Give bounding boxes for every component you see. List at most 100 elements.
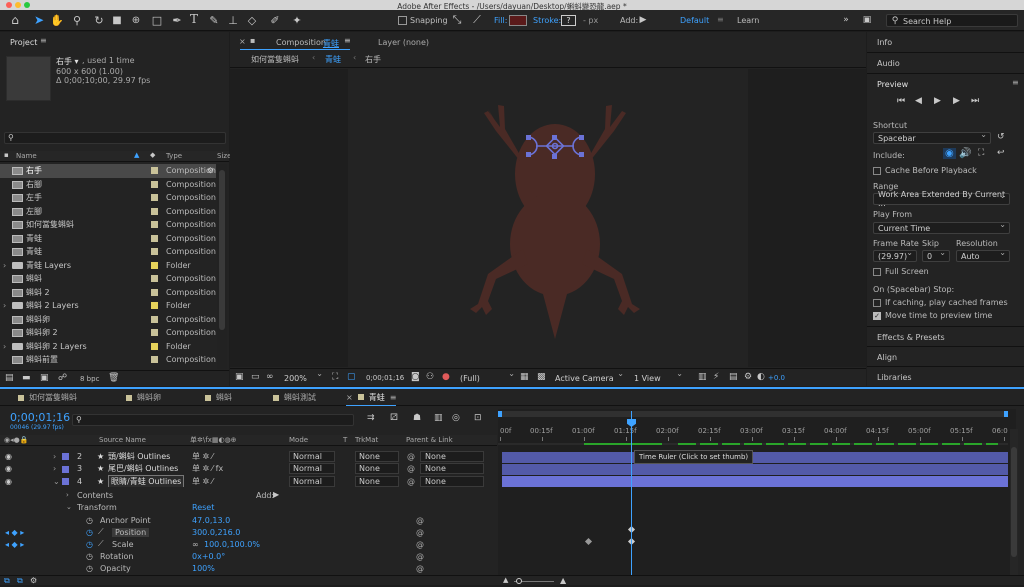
selection-tool-icon[interactable]: ➤ [32, 12, 46, 28]
stopwatch-icon[interactable]: ◷ [86, 540, 93, 549]
fullscreen-checkbox[interactable] [873, 267, 885, 276]
label-swatch[interactable] [151, 275, 158, 282]
sync-settings-icon[interactable]: ▣ [860, 14, 874, 26]
project-panel-title[interactable]: Project [10, 38, 37, 47]
snapping-checkbox[interactable] [398, 16, 407, 25]
expression-pickwhip-icon[interactable]: @ [416, 516, 424, 525]
item-name[interactable]: 右手 ▾ [56, 56, 79, 67]
project-item[interactable]: 左手 Composition [0, 191, 216, 205]
project-item[interactable]: 蝌蚪前置 Composition [0, 353, 216, 367]
transparency-grid-icon[interactable]: ▦ [520, 372, 529, 382]
timeline-search-input[interactable]: ⚲ [72, 414, 354, 426]
folder-twirl-icon[interactable]: › [3, 261, 6, 270]
stopwatch-icon[interactable]: ◷ [86, 528, 93, 537]
stroke-swatch[interactable]: ? [561, 15, 576, 26]
view-options-icon[interactable]: ▥ [698, 372, 707, 382]
parent-dropdown[interactable]: None [420, 450, 484, 462]
panel-menu-icon[interactable]: ≡ [40, 36, 47, 45]
move-time-checkbox[interactable]: ✓ [873, 311, 885, 320]
layer-bar-3[interactable] [502, 464, 1008, 475]
hand-tool-icon[interactable]: ✋ [50, 13, 64, 27]
camera-tool-icon[interactable]: ■ [110, 13, 124, 27]
playfrom-dropdown[interactable]: Current Time [873, 220, 1010, 234]
flowchart-icon[interactable]: ⚙ [207, 166, 214, 175]
play-icon[interactable]: ▶ [934, 96, 941, 106]
project-scrollbar[interactable] [217, 164, 227, 369]
stopwatch-icon[interactable]: ◷ [86, 552, 93, 561]
snap-options-icon[interactable]: ⤡ [450, 13, 464, 27]
col-trkmat[interactable]: TrkMat [355, 436, 378, 444]
motion-blur-icon[interactable]: ◎ [452, 413, 460, 423]
keyframe-nav-icon[interactable]: ◂ ◆ ▸ [5, 528, 24, 537]
more-workspaces-icon[interactable]: » [840, 14, 852, 26]
info-panel-header[interactable]: Info [867, 32, 1024, 53]
keyframe[interactable] [584, 537, 593, 546]
comp-viewer[interactable] [230, 69, 866, 367]
time-ruler[interactable]: 00f 00:15f 01:00f 01:15f 02:00f 02:15f 03:00f 0… [498, 417, 1016, 443]
layer-bar-2[interactable] [502, 452, 1008, 463]
layer-name[interactable]: 眼睛/青蛙 Outlines [108, 475, 185, 487]
graph-icon[interactable]: ⟋ [98, 539, 104, 549]
interpret-footage-icon[interactable]: ▤ [5, 373, 14, 383]
include-video-icon[interactable]: ◉ [943, 148, 956, 159]
project-item[interactable]: 蝌蚪 Composition [0, 272, 216, 286]
region-of-interest-icon[interactable]: ▢ [347, 372, 356, 382]
contents-label[interactable]: Contents [77, 491, 113, 500]
layer-switches[interactable]: 单 ✲ ⁄ [192, 476, 213, 487]
zoom-slider[interactable] [514, 578, 554, 584]
layer-name[interactable]: 尾巴/蝌蚪 Outlines [108, 463, 178, 474]
trkmat-dropdown[interactable]: None [355, 475, 399, 487]
layer-row[interactable]: ◉ › 3 ★ 尾巴/蝌蚪 Outlines 单 ✲ ⁄ fx Normal None @ Non… [0, 463, 497, 475]
layer-mode-dropdown[interactable]: Normal [289, 450, 335, 462]
views-dropdown[interactable]: 1 View [630, 369, 686, 384]
project-item[interactable]: › 青蛙 Layers Folder [0, 259, 216, 273]
brush-tool-icon[interactable]: ✎ [207, 13, 221, 27]
zoom-in-icon[interactable]: ▲ [560, 576, 566, 585]
label-swatch[interactable] [62, 465, 69, 473]
preview-menu-icon[interactable]: ≡ [1012, 78, 1019, 87]
align-header[interactable]: Align [867, 346, 1024, 366]
monitor-icon[interactable]: ▭ [251, 372, 260, 382]
timeline-tab[interactable]: 蝌蚪卵 [126, 389, 161, 406]
property-value[interactable]: 100.0,100.0% [204, 540, 260, 549]
parent-dropdown[interactable]: None [420, 463, 484, 474]
label-swatch[interactable] [151, 234, 158, 242]
trkmat-dropdown[interactable]: None [355, 450, 399, 462]
visibility-eye-icon[interactable]: ◉ [5, 464, 12, 473]
snap-options-2-icon[interactable]: ⟋ [470, 13, 484, 27]
transform-property-row[interactable]: ◷ Rotation 0x+0.0° @ [0, 550, 497, 562]
project-item[interactable]: 如何當隻蝌蚪 Composition [0, 218, 216, 232]
show-snapshot-icon[interactable]: ⚇ [426, 372, 434, 382]
transform-property-row[interactable]: ◷ Opacity 100% @ [0, 562, 497, 574]
layer-switches[interactable]: 单 ✲ ⁄ fx [192, 463, 223, 474]
comp-panel-menu-icon[interactable]: ≡ [344, 36, 351, 45]
zoom-tool-icon[interactable]: ⚲ [70, 13, 84, 27]
timeline-icon[interactable]: ▤ [729, 372, 738, 382]
fill-swatch[interactable] [509, 15, 527, 26]
stopwatch-icon[interactable]: ◷ [86, 516, 93, 525]
bpc-label[interactable]: 8 bpc [80, 375, 99, 383]
shortcut-dropdown[interactable]: Spacebar [873, 130, 991, 144]
timeline-scrollbar[interactable] [1010, 429, 1018, 575]
tab-menu-icon[interactable]: ≡ [390, 393, 397, 402]
project-item[interactable]: 青蛙 Composition [0, 232, 216, 246]
graph-editor-icon[interactable]: ⊡ [474, 413, 482, 423]
add-content-icon[interactable]: ▶ [273, 490, 279, 499]
project-item[interactable]: 右腳 Composition [0, 178, 216, 192]
expression-pickwhip-icon[interactable]: @ [416, 540, 424, 549]
transform-label[interactable]: Transform [77, 503, 117, 512]
label-swatch[interactable] [151, 342, 158, 350]
exposure-icon[interactable]: ◐ [757, 372, 765, 382]
search-help-input[interactable]: ⚲ Search Help [886, 14, 1018, 27]
label-swatch[interactable] [151, 180, 158, 188]
snapshot-icon[interactable]: ◙ [411, 372, 420, 382]
trkmat-dropdown[interactable]: None [355, 463, 399, 474]
label-tag-icon[interactable]: ◆ [150, 151, 155, 159]
timeline-tab[interactable]: 蝌蚪 [205, 389, 232, 406]
layer-bar-4[interactable] [502, 476, 1008, 487]
label-swatch[interactable] [151, 261, 158, 269]
breadcrumb-item[interactable]: 右手 [365, 54, 381, 65]
project-settings-icon[interactable]: ☍ [58, 373, 67, 383]
preview-title[interactable]: Preview [877, 80, 908, 89]
range-dropdown[interactable]: Work Area Extended By Current ... [873, 190, 1010, 208]
